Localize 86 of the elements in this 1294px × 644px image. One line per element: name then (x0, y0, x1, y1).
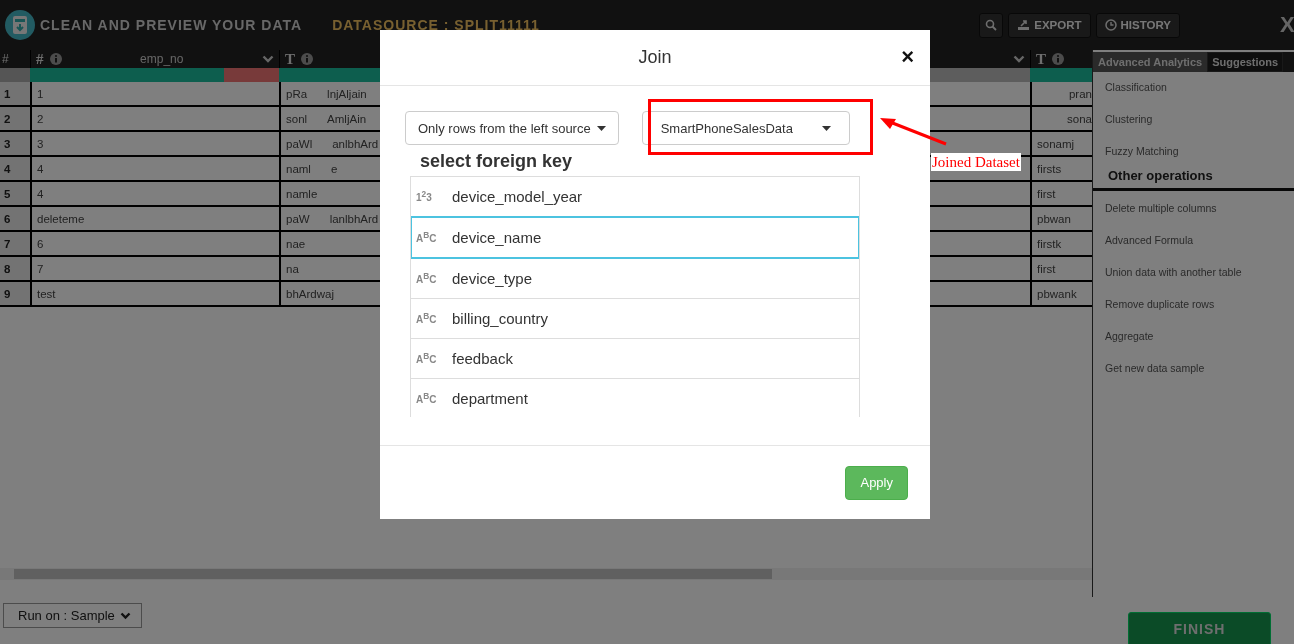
row-number: 8 (0, 257, 30, 282)
operation-item[interactable]: Classification (1093, 78, 1294, 110)
search-button[interactable] (979, 12, 1004, 38)
operation-item[interactable]: Advanced Formula (1093, 231, 1294, 263)
table-cell: 6 (30, 232, 279, 257)
table-cell: first (1030, 182, 1092, 207)
type-label: A$^{B}$C (416, 351, 438, 366)
table-cell: 7 (30, 257, 279, 282)
annotation-label: Joined Dataset (931, 153, 1021, 171)
operation-item[interactable]: Aggregate (1093, 327, 1294, 359)
clock-icon (1104, 19, 1117, 31)
join-type-dropdown[interactable]: Only rows from the left source (405, 111, 619, 145)
run-on-dropdown[interactable]: Run on : Sample (3, 603, 142, 628)
column-header: # (0, 50, 30, 68)
page-title: CLEAN AND PREVIEW YOUR DATA (40, 17, 303, 33)
export-icon (1017, 19, 1031, 31)
key-option[interactable]: A$^{B}$C device_type (411, 259, 859, 299)
type-label: A$^{B}$C (416, 391, 438, 406)
info-icon[interactable] (49, 53, 62, 65)
table-cell: test (30, 282, 279, 307)
table-cell: first (1030, 257, 1092, 282)
row-number: 3 (0, 132, 30, 157)
key-option[interactable]: 1$^{2}$3 device_model_year (411, 177, 859, 217)
history-button[interactable]: HISTORY (1095, 12, 1180, 38)
finish-button[interactable]: FINISH (1128, 612, 1271, 644)
key-name: device_name (452, 229, 542, 246)
table-cell: firsts (1030, 157, 1092, 182)
annotation-arrow (880, 118, 947, 146)
chevron-down-icon (119, 611, 131, 620)
type-label: T (285, 50, 295, 68)
table-cell: 3 (30, 132, 279, 157)
close-button[interactable]: X (1280, 12, 1294, 38)
apply-button[interactable]: Apply (845, 465, 908, 500)
horizontal-scrollbar[interactable] (0, 568, 1092, 580)
info-icon[interactable] (301, 53, 313, 65)
export-button[interactable]: EXPORT (1008, 12, 1091, 38)
row-number: 1 (0, 82, 30, 107)
row-number: 6 (0, 207, 30, 232)
table-cell: 2 (30, 107, 279, 132)
info-icon[interactable] (1052, 53, 1064, 65)
table-cell: pran (1030, 82, 1092, 107)
quality-bar (1030, 68, 1092, 82)
table-cell: pbwank (1030, 282, 1092, 307)
table-cell: 4 (30, 182, 279, 207)
chevron-down-icon[interactable] (1013, 55, 1025, 63)
panel-tab[interactable]: Suggestions (1207, 52, 1284, 72)
key-option[interactable]: A$^{B}$C department (411, 379, 859, 417)
key-name: billing_country (452, 310, 548, 327)
table-cell: sona (1030, 107, 1092, 132)
type-label: T (1036, 50, 1046, 68)
column-header[interactable]: emp_no (67, 52, 256, 66)
logo-icon (5, 10, 35, 40)
key-option[interactable]: A$^{B}$C feedback (411, 339, 859, 379)
table-cell: pbwan (1030, 207, 1092, 232)
operation-item[interactable]: Delete multiple columns (1093, 199, 1294, 231)
key-name: device_model_year (452, 188, 583, 205)
datasource-label: DATASOURCE : SPLIT11111 (332, 17, 540, 33)
operation-item[interactable]: Union data with another table (1093, 263, 1294, 295)
operation-item[interactable]: Remove duplicate rows (1093, 295, 1294, 327)
table-cell: firstk (1030, 232, 1092, 257)
type-label: A$^{B}$C (416, 311, 438, 326)
dialog-title: Join (638, 47, 672, 68)
table-cell: sonamj (1030, 132, 1092, 157)
type-label: 1$^{2}$3 (416, 189, 433, 204)
operation-item[interactable]: Clustering (1093, 110, 1294, 142)
operation-item[interactable]: Get new data sample (1093, 359, 1294, 391)
row-number: 9 (0, 282, 30, 307)
search-icon (985, 19, 998, 31)
row-number: 2 (0, 107, 30, 132)
key-option[interactable]: A$^{B}$C billing_country (411, 299, 859, 339)
row-number: 7 (0, 232, 30, 257)
key-option[interactable]: A$^{B}$C device_name (411, 216, 859, 259)
key-name: feedback (452, 350, 513, 367)
dataset-dropdown[interactable]: SmartPhoneSalesData (641, 111, 850, 145)
close-button[interactable]: × (901, 44, 914, 70)
key-name: department (452, 390, 528, 407)
panel-tab[interactable]: Advanced Analytics (1093, 52, 1208, 72)
table-cell: deleteme (30, 207, 279, 232)
row-number: 5 (0, 182, 30, 207)
type-label: A$^{B}$C (416, 230, 438, 245)
row-number: 4 (0, 157, 30, 182)
type-label: # (36, 50, 44, 68)
section-heading: Other operations (1093, 168, 1294, 191)
table-cell: 1 (30, 82, 279, 107)
chevron-down-icon[interactable] (262, 55, 274, 63)
table-cell: 4 (30, 157, 279, 182)
